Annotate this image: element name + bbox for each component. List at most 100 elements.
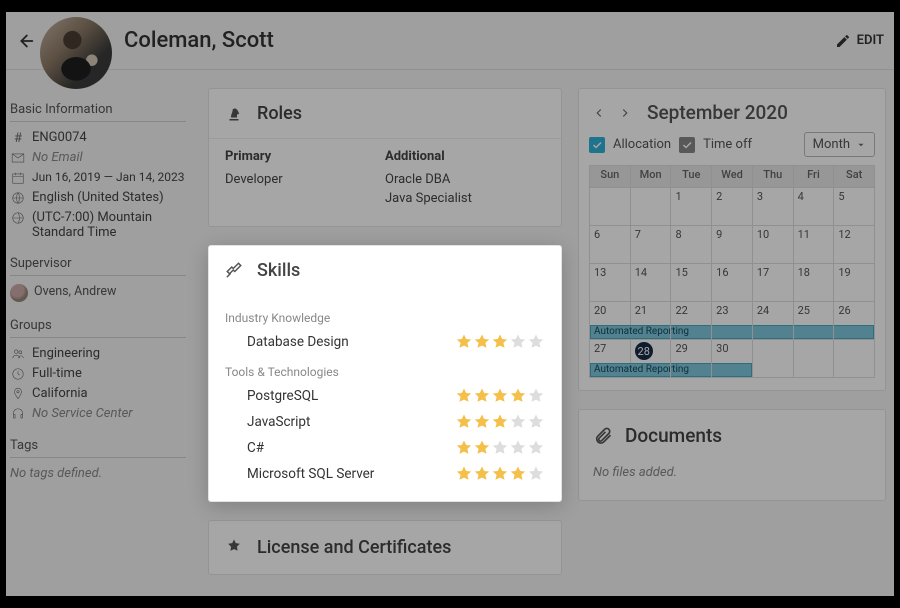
supervisor-row[interactable]: Ovens, Andrew (10, 282, 186, 304)
calendar-cell[interactable]: 13 (590, 264, 631, 302)
headset-icon (10, 406, 26, 422)
skill-rating[interactable] (455, 413, 545, 431)
caret-down-icon (856, 140, 866, 150)
tags-title: Tags (10, 438, 186, 453)
skill-rating[interactable] (455, 387, 545, 405)
calendar-cell[interactable] (590, 188, 631, 226)
calendar-cell[interactable] (834, 340, 875, 378)
calendar-cell[interactable]: 14 (631, 264, 672, 302)
skill-row: JavaScript (225, 409, 545, 435)
documents-empty: No files added. (593, 465, 871, 480)
calendar-dow: Thu (753, 166, 794, 188)
skill-name: JavaScript (247, 414, 455, 430)
calendar-dow: Fri (794, 166, 835, 188)
edit-button[interactable]: EDIT (835, 33, 888, 49)
calendar-cell[interactable]: 17 (753, 264, 794, 302)
skill-name: Database Design (247, 334, 455, 350)
sidebar: Basic Information # ENG0074 No Email Jun… (6, 88, 196, 596)
hash-icon: # (10, 130, 26, 146)
skill-rating[interactable] (455, 465, 545, 483)
calendar-cell[interactable]: 11 (794, 226, 835, 264)
groups-title: Groups (10, 318, 186, 333)
badge-icon (225, 538, 245, 558)
chevron-left-icon (592, 106, 606, 120)
globe-icon (10, 190, 26, 206)
tools-icon (225, 261, 245, 281)
allocation-checkbox[interactable] (589, 137, 605, 153)
arrow-left-icon (14, 30, 36, 52)
avatar[interactable] (40, 17, 112, 89)
calendar-cell[interactable]: 1 (671, 188, 712, 226)
roles-primary-label: Primary (225, 149, 385, 164)
roles-additional-value: Java Specialist (385, 189, 545, 208)
calendar-cell[interactable]: 19 (834, 264, 875, 302)
people-icon (10, 346, 26, 362)
edit-label: EDIT (857, 33, 884, 48)
calendar-cell[interactable]: 10 (753, 226, 794, 264)
licenses-card: License and Certificates (208, 520, 562, 575)
calendar-cell[interactable]: 30 (712, 340, 753, 378)
back-button[interactable] (12, 28, 38, 54)
calendar-cell[interactable]: 20Automated Reporting (590, 302, 631, 340)
calendar-dow: Sun (590, 166, 631, 188)
group-dept: Engineering (10, 344, 186, 364)
skill-rating[interactable] (455, 333, 545, 351)
calendar-cell[interactable] (631, 188, 672, 226)
basic-info-title: Basic Information (10, 102, 186, 117)
calendar-cell[interactable]: 8 (671, 226, 712, 264)
calendar-cell[interactable]: 26 (834, 302, 875, 340)
supervisor-title: Supervisor (10, 256, 186, 271)
calendar-grid[interactable]: SunMonTueWedThuFriSat1234567891011121314… (589, 165, 875, 378)
roles-additional-label: Additional (385, 149, 545, 164)
skill-name: PostgreSQL (247, 388, 455, 404)
calendar-cell[interactable]: 29 (671, 340, 712, 378)
calendar-cell[interactable]: 24 (753, 302, 794, 340)
skill-row: PostgreSQL (225, 383, 545, 409)
calendar-dow: Wed (712, 166, 753, 188)
basic-info-locale: English (United States) (10, 188, 186, 208)
chess-knight-icon (225, 104, 245, 124)
calendar-cell[interactable]: 25 (794, 302, 835, 340)
chevron-right-icon (618, 106, 632, 120)
skills-title: Skills (257, 260, 300, 281)
group-employment: Full-time (10, 364, 186, 384)
pin-icon (10, 386, 26, 402)
calendar-cell[interactable]: 15 (671, 264, 712, 302)
calendar-cell[interactable] (794, 340, 835, 378)
basic-info-id: # ENG0074 (10, 128, 186, 148)
paperclip-icon (593, 426, 613, 446)
skill-rating[interactable] (455, 439, 545, 457)
calendar-view-select[interactable]: Month (804, 132, 875, 157)
calendar-title: September 2020 (647, 101, 788, 124)
calendar-cell[interactable]: 7 (631, 226, 672, 264)
calendar-cell[interactable] (753, 340, 794, 378)
skill-group-label: Tools & Technologies (225, 365, 545, 379)
calendar-cell[interactable]: 12 (834, 226, 875, 264)
calendar-cell[interactable]: 22 (671, 302, 712, 340)
calendar-cell[interactable]: 21 (631, 302, 672, 340)
calendar-cell[interactable]: 6 (590, 226, 631, 264)
calendar-prev[interactable] (589, 103, 609, 123)
calendar-dow: Tue (671, 166, 712, 188)
calendar-next[interactable] (615, 103, 635, 123)
calendar-cell[interactable]: 27Automated Reporting (590, 340, 631, 378)
calendar-cell[interactable]: 4 (794, 188, 835, 226)
timeoff-label: Time off (703, 137, 752, 152)
calendar-cell[interactable]: 16 (712, 264, 753, 302)
documents-card: Documents No files added. (578, 409, 886, 501)
calendar-cell[interactable]: 5 (834, 188, 875, 226)
calendar-cell[interactable]: 3 (753, 188, 794, 226)
avatar-icon (10, 284, 28, 302)
mail-icon (10, 150, 26, 166)
calendar-cell[interactable]: 2 (712, 188, 753, 226)
page-title: Coleman, Scott (124, 28, 274, 53)
calendar-cell[interactable]: 18 (794, 264, 835, 302)
pencil-icon (835, 33, 851, 49)
calendar-cell[interactable]: 23 (712, 302, 753, 340)
skill-row: Microsoft SQL Server (225, 461, 545, 487)
calendar-cell[interactable]: 9 (712, 226, 753, 264)
skill-name: C# (247, 440, 455, 456)
check-icon (681, 139, 693, 151)
timeoff-checkbox[interactable] (679, 137, 695, 153)
calendar-cell[interactable]: 28 (631, 340, 672, 378)
